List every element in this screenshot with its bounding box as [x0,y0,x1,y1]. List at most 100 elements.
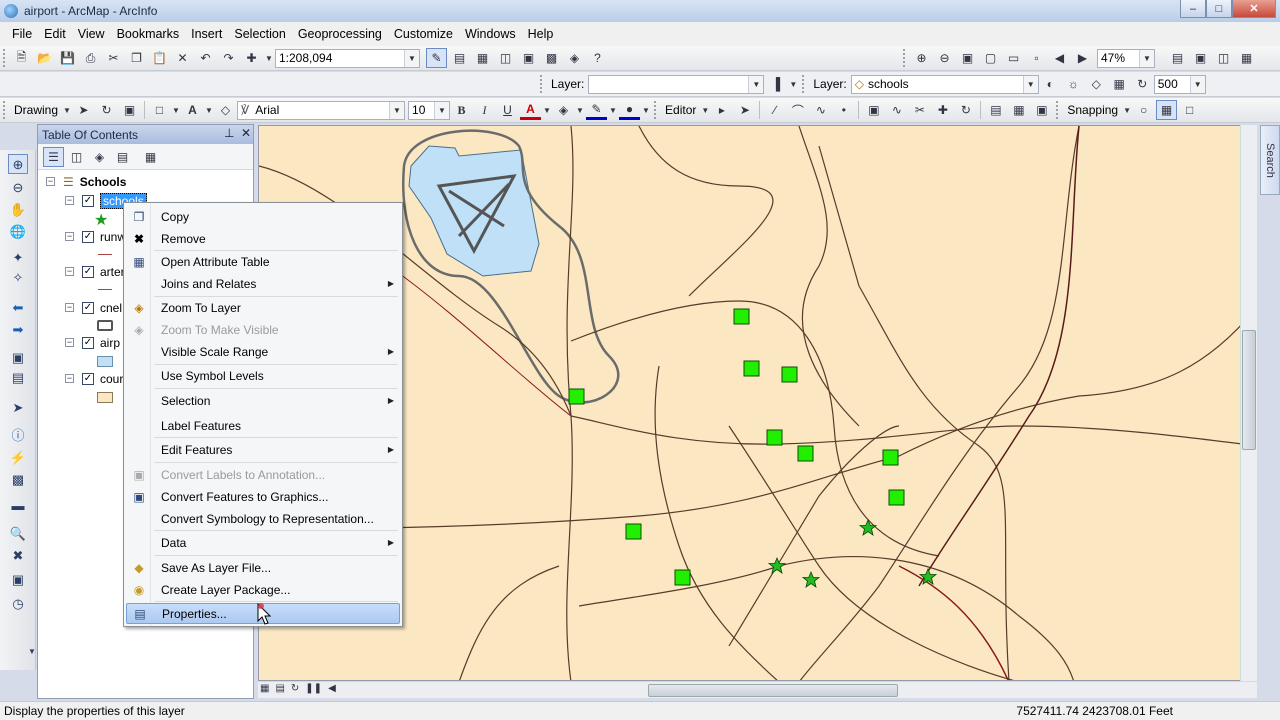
previous-extent-icon[interactable]: ◀ [1049,48,1070,68]
school-point[interactable] [888,489,905,506]
list-by-drawing-order-icon[interactable]: ☰ [43,146,64,167]
editor-toolbar-icon[interactable]: ✎ [426,48,447,68]
editor-menu[interactable]: Editor [665,103,696,117]
options-icon[interactable]: ▦ [140,147,161,167]
go-to-xy-icon[interactable]: ▣ [8,570,28,590]
collapse-icon[interactable]: − [65,196,74,205]
cut-polygons-icon[interactable]: ✂ [909,100,930,120]
straight-segment-icon[interactable]: ∕ [764,100,785,120]
drawing-menu[interactable]: Drawing [14,103,58,117]
star-points[interactable] [767,518,938,588]
collapse-icon[interactable]: − [65,303,74,312]
zoom-whole-page-icon[interactable]: ▭ [1003,48,1024,68]
catalog-window-icon[interactable]: ▦ [472,48,493,68]
marker-color-dropdown-icon[interactable]: ▼ [642,100,650,120]
layout-fixed-zoom-in-icon[interactable]: ▣ [957,48,978,68]
effects-layer-combo[interactable]: ◇ schools ▼ [850,74,1039,94]
point-icon[interactable]: • [833,100,854,120]
select-elements-icon[interactable]: ➤ [73,100,94,120]
map-display[interactable] [258,125,1257,681]
layer-row-airport[interactable]: − ✓ airp [65,334,120,351]
layer-name[interactable]: arter [100,265,125,279]
zoom-out-icon[interactable]: ⊖ [8,178,28,198]
edit-annotation-icon[interactable]: ➤ [734,100,755,120]
rotate-tool-icon[interactable]: ↻ [955,100,976,120]
reshape-feature-icon[interactable]: ∿ [886,100,907,120]
chevron-down-icon[interactable]: ▼ [1139,49,1154,67]
road-network[interactable] [259,126,1257,681]
open-folder-icon[interactable]: 📂 [34,48,55,68]
cut-icon[interactable]: ✂ [103,48,124,68]
model-builder-icon[interactable]: ◈ [564,48,585,68]
focus-data-frame-icon[interactable]: ▣ [1190,48,1211,68]
text-dropdown-icon[interactable]: ▼ [205,100,213,120]
school-point[interactable] [766,429,783,446]
layer-row-runways[interactable]: − ✓ runw [65,228,126,245]
paste-icon[interactable]: 📋 [149,48,170,68]
menu-edit[interactable]: Edit [38,22,72,46]
menu-file[interactable]: File [6,22,38,46]
layer-visibility-checkbox[interactable]: ✓ [82,372,94,385]
list-by-selection-icon[interactable]: ▤ [112,147,133,167]
scrollbar-thumb[interactable] [1242,330,1256,450]
menu-geoprocessing[interactable]: Geoprocessing [292,22,388,46]
edit-vertices-icon[interactable]: ◇ [215,100,236,120]
change-layout-icon[interactable]: ◫ [1213,48,1234,68]
chevron-down-icon[interactable]: ▼ [434,101,450,119]
rectangle-dropdown-icon[interactable]: ▼ [172,100,180,120]
rectangle-icon[interactable]: □ [149,100,170,120]
full-extent-globe-icon[interactable]: 🌐 [8,222,28,242]
star-point[interactable] [858,518,878,536]
menu-item-edit-features[interactable]: Edit Features ▶ [126,439,400,460]
chevron-down-icon[interactable]: ▼ [389,101,405,119]
editor-dropdown-icon[interactable]: ▼ [701,100,709,120]
scrollbar-thumb[interactable] [648,684,898,697]
layer-visibility-checkbox[interactable]: ✓ [82,230,94,243]
menu-insert[interactable]: Insert [185,22,228,46]
school-point[interactable] [781,366,798,383]
menu-item-copy[interactable]: ❐ Copy [126,206,400,227]
layer-name[interactable]: cour [100,372,123,386]
edit-vertices-tool-icon[interactable]: ▣ [863,100,884,120]
sketch-properties-icon[interactable]: ▦ [1008,100,1029,120]
font-name-combo[interactable]: ℣ Arial ▼ [237,100,406,120]
find-icon[interactable]: 🔍 [8,524,28,544]
layer-row-county[interactable]: − ✓ cour [65,370,123,387]
zoom-in-icon[interactable]: ⊕ [8,154,28,174]
menu-item-convert-symbology[interactable]: Convert Symbology to Representation... [126,508,400,529]
layer-visibility-checkbox[interactable]: ✓ [82,265,94,278]
table-of-contents-icon[interactable]: ▤ [449,48,470,68]
layer-row-cnel[interactable]: − ✓ cnel [65,299,122,316]
redo-icon[interactable]: ↷ [218,48,239,68]
list-by-visibility-icon[interactable]: ◈ [89,147,110,167]
toolbar-grip[interactable] [3,49,7,67]
toggle-draft-mode-icon[interactable]: ▤ [1167,48,1188,68]
delete-icon[interactable]: ✕ [172,48,193,68]
chevron-down-icon[interactable]: ▼ [1189,75,1205,93]
whats-this-icon[interactable]: ? [587,48,608,68]
font-size-combo[interactable]: 10 ▼ [408,100,451,120]
snapping-dropdown-icon[interactable]: ▼ [1123,100,1131,120]
end-snapping-icon[interactable]: ▦ [1156,100,1178,120]
toolbar-grip[interactable] [903,49,907,67]
add-data-dropdown-icon[interactable]: ▼ [264,48,274,68]
python-window-icon[interactable]: ▩ [541,48,562,68]
forward-arrow-icon[interactable]: ➡ [8,320,28,340]
print-icon[interactable]: ⎙ [80,48,101,68]
identify-icon[interactable]: ⓘ [8,426,28,446]
brightness-icon[interactable]: ☼ [1063,74,1084,94]
contrast-icon[interactable]: ◐ [1040,74,1061,94]
split-tool-icon[interactable]: ✚ [932,100,953,120]
font-color-dropdown-icon[interactable]: ▼ [543,100,551,120]
layout-zoom-in-icon[interactable]: ⊕ [911,48,932,68]
zoom-100-icon[interactable]: ▫ [1026,48,1047,68]
search-side-tab[interactable]: Search [1260,125,1280,195]
list-by-source-icon[interactable]: ◫ [66,147,87,167]
histogram-dropdown-icon[interactable]: ▼ [788,74,798,94]
close-panel-icon[interactable]: ✕ [241,126,251,140]
layer-row-arterials[interactable]: − ✓ arter [65,263,125,280]
fixed-zoom-out-icon[interactable]: ✧ [8,268,28,288]
pin-icon[interactable]: ⊥ [224,126,234,140]
italic-button[interactable]: I [474,100,495,120]
measure-icon[interactable]: ▬ [8,496,28,516]
